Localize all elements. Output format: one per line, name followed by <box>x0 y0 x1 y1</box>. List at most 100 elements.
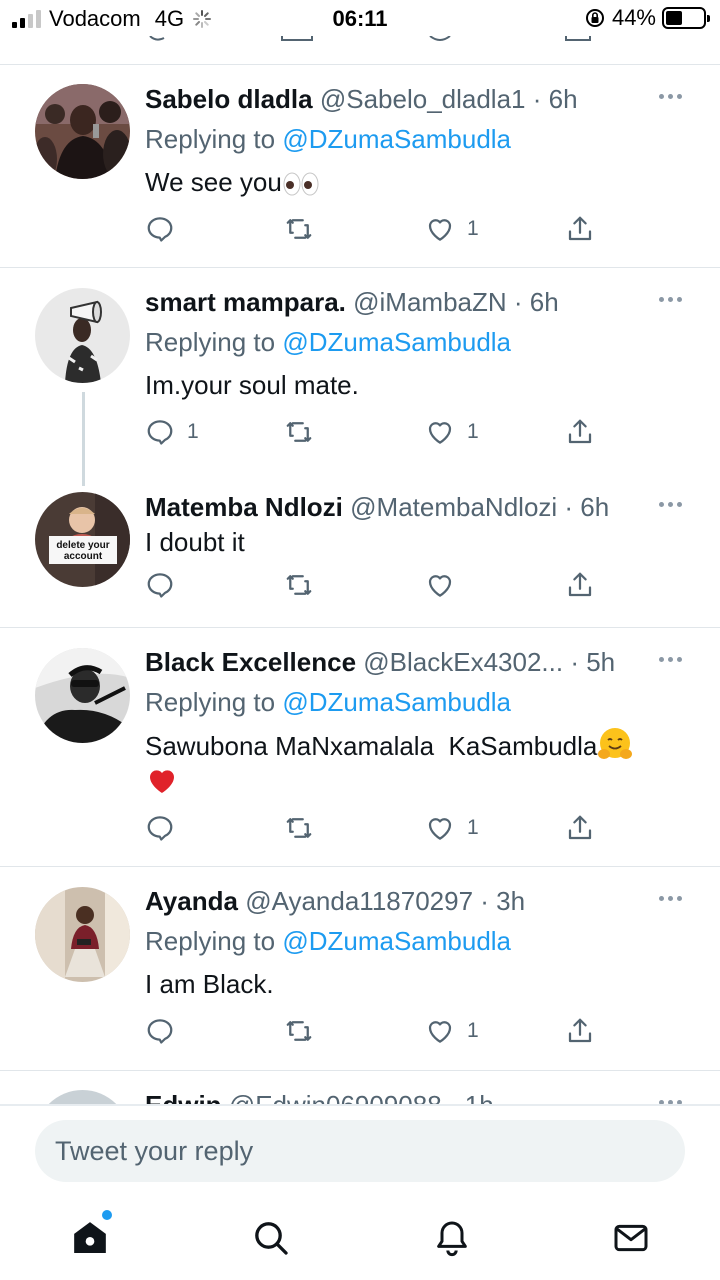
username[interactable]: @Sabelo_dladla1 <box>320 84 526 114</box>
tweet-header: smart mampara. @iMambaZN · 6h <box>145 285 696 319</box>
more-options-icon[interactable] <box>659 502 682 507</box>
replying-to-label: Replying to <box>145 327 276 357</box>
more-options-icon[interactable] <box>659 94 682 99</box>
tweet-header: Black Excellence @BlackEx4302... · 5h <box>145 645 696 679</box>
tweet-actions: 1 <box>145 1016 720 1052</box>
reply-count: 1 <box>187 420 199 443</box>
tweet[interactable]: delete your account Matemba Ndlozi @Mate… <box>0 472 720 627</box>
more-options-icon[interactable] <box>659 896 682 901</box>
replying-to: Replying to @DZumaSambudla <box>145 924 696 958</box>
replying-to-label: Replying to <box>145 124 276 154</box>
tweet[interactable]: Edwin @Edwin06909088 · 1h <box>0 1070 720 1104</box>
reply-input[interactable]: Tweet your reply <box>35 1120 685 1182</box>
avatar[interactable] <box>35 648 130 743</box>
mention-link[interactable]: @DZumaSambudla <box>282 687 511 717</box>
retweet-icon <box>286 575 312 595</box>
share-button[interactable] <box>565 1016 595 1046</box>
tweet-text: We see you <box>145 164 696 200</box>
heart-icon <box>428 575 452 597</box>
tweet-header: Ayanda @Ayanda11870297 · 3h <box>145 884 696 918</box>
notifications-icon <box>437 1221 467 1257</box>
mention-link[interactable]: @DZumaSambudla <box>282 926 511 956</box>
tweet-body: Sabelo dladla @Sabelo_dladla1 · 6h Reply… <box>145 82 696 200</box>
like-button[interactable]: 1 <box>425 1016 479 1046</box>
timestamp[interactable]: 1h <box>465 1090 494 1104</box>
display-name[interactable]: smart mampara. <box>145 287 346 317</box>
retweet-button[interactable] <box>284 570 326 600</box>
display-name[interactable]: Ayanda <box>145 886 238 916</box>
like-button[interactable]: 1 <box>425 813 479 843</box>
timestamp[interactable]: 3h <box>496 886 525 916</box>
reply-button[interactable] <box>145 813 187 843</box>
tweet-text: Sawubona MaNxamalala KaSambudla <box>145 727 696 800</box>
timestamp[interactable]: 5h <box>586 647 615 677</box>
battery-percent: 44% <box>611 5 656 30</box>
retweet-icon <box>286 1021 312 1041</box>
mention-link[interactable]: @DZumaSambudla <box>282 124 511 154</box>
avatar[interactable] <box>35 1090 130 1104</box>
timestamp[interactable]: 6h <box>530 287 559 317</box>
avatar[interactable]: delete your account <box>35 492 130 587</box>
display-name[interactable]: Sabelo dladla <box>145 84 313 114</box>
username[interactable]: @Ayanda11870297 <box>245 886 473 916</box>
like-button[interactable]: 1 <box>425 417 479 447</box>
avatar[interactable] <box>35 84 130 179</box>
retweet-button[interactable] <box>284 214 326 244</box>
tweet[interactable]: Sabelo dladla @Sabelo_dladla1 · 6h Reply… <box>0 64 720 267</box>
new-content-dot <box>102 1210 112 1220</box>
hugging-face-emoji-icon <box>598 728 633 759</box>
tweet-text: Im.your soul mate. <box>145 370 359 400</box>
retweet-button[interactable] <box>284 813 326 843</box>
reply-button[interactable] <box>145 214 187 244</box>
display-name[interactable]: Edwin <box>145 1090 222 1104</box>
search-icon <box>255 1222 288 1255</box>
username[interactable]: @BlackEx4302... <box>363 647 563 677</box>
tweet-header: Edwin @Edwin06909088 · 1h <box>145 1088 696 1104</box>
username[interactable]: @Edwin06909088 <box>229 1090 442 1104</box>
like-button[interactable] <box>425 570 467 600</box>
share-button[interactable] <box>565 214 595 244</box>
timestamp[interactable]: 6h <box>549 84 578 114</box>
timestamp[interactable]: 6h <box>580 492 609 522</box>
share-icon <box>568 572 592 597</box>
share-button[interactable] <box>565 570 595 600</box>
reply-button[interactable] <box>145 1016 187 1046</box>
tweet-actions: 1 <box>145 813 720 849</box>
mention-link[interactable]: @DZumaSambudla <box>282 327 511 357</box>
more-options-icon[interactable] <box>659 657 682 662</box>
avatar-sign-text: delete your account <box>56 540 110 562</box>
avatar[interactable] <box>35 288 130 383</box>
tweet-text: I am Black. <box>145 969 274 999</box>
like-button[interactable]: 1 <box>425 214 479 244</box>
share-icon <box>568 815 592 840</box>
tweet[interactable]: smart mampara. @iMambaZN · 6h Replying t… <box>0 267 720 472</box>
reply-button[interactable]: 1 <box>145 417 199 447</box>
username[interactable]: @iMambaZN <box>353 287 507 317</box>
heart-icon <box>428 1021 452 1043</box>
tab-notifications[interactable] <box>428 1214 476 1262</box>
more-options-icon[interactable] <box>659 297 682 302</box>
tweet-text: I doubt it <box>145 527 245 557</box>
display-name[interactable]: Black Excellence <box>145 647 356 677</box>
share-icon <box>568 216 592 241</box>
tweet-body: Black Excellence @BlackEx4302... · 5h Re… <box>145 645 696 800</box>
tab-messages[interactable] <box>607 1214 655 1262</box>
share-icon <box>568 1018 592 1043</box>
tweet[interactable]: Ayanda @Ayanda11870297 · 3h Replying to … <box>0 866 720 1070</box>
share-button[interactable] <box>565 813 595 843</box>
retweet-button[interactable] <box>284 417 326 447</box>
share-button[interactable] <box>565 417 595 447</box>
tab-search[interactable] <box>247 1214 295 1262</box>
display-name[interactable]: Matemba Ndlozi <box>145 492 343 522</box>
username[interactable]: @MatembaNdlozi <box>350 492 557 522</box>
tab-home[interactable] <box>66 1210 114 1262</box>
messages-icon <box>614 1224 648 1252</box>
avatar[interactable] <box>35 887 130 982</box>
compose-separator <box>0 1104 720 1106</box>
tweet[interactable]: Black Excellence @BlackEx4302... · 5h Re… <box>0 627 720 866</box>
reply-button[interactable] <box>145 570 187 600</box>
retweet-button[interactable] <box>284 1016 326 1046</box>
replying-to: Replying to @DZumaSambudla <box>145 685 696 719</box>
like-count: 1 <box>467 1019 479 1042</box>
battery-icon <box>662 7 710 29</box>
